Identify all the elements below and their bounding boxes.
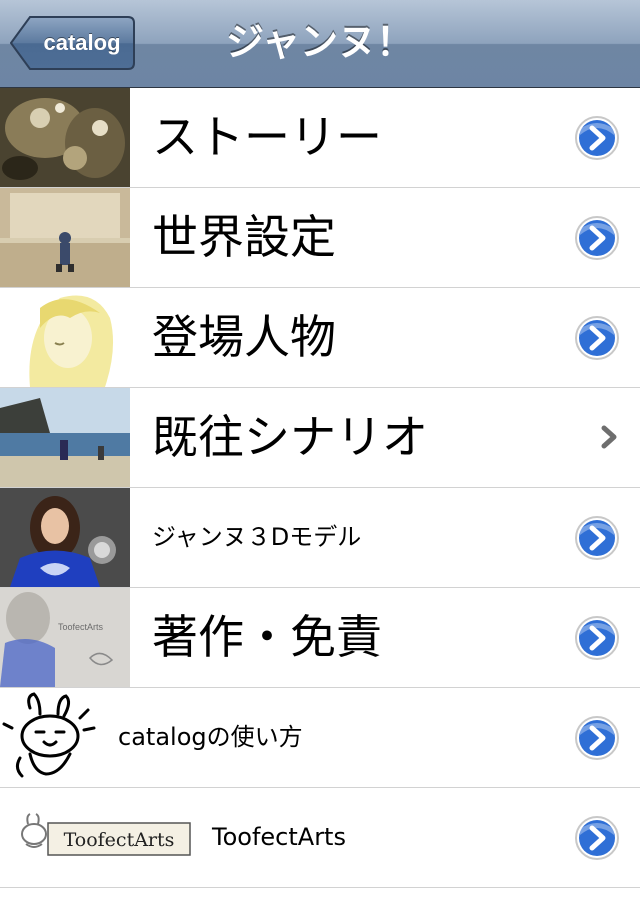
list-item-label: 著作・免責 <box>152 610 382 664</box>
detail-disclosure-icon[interactable] <box>574 615 620 661</box>
watermark-text: ToofectArts <box>58 622 104 632</box>
toofectarts-thumbnail: ToofectArts <box>0 788 200 887</box>
list-item-label: 世界設定 <box>152 210 336 264</box>
navigation-bar: catalog ジャンヌ！ <box>0 0 640 88</box>
back-button[interactable]: catalog <box>10 15 136 71</box>
list-item-toofectarts[interactable]: ToofectArts ToofectArts <box>0 788 640 888</box>
detail-disclosure-icon[interactable] <box>574 715 620 761</box>
empty-row <box>0 888 640 922</box>
usage-thumbnail <box>0 688 130 787</box>
list-item-3d-model[interactable]: ジャンヌ３Dモデル <box>0 488 640 588</box>
list-item-copyright[interactable]: ToofectArts 著作・免責 <box>0 588 640 688</box>
list-item-label: 登場人物 <box>152 310 336 364</box>
story-thumbnail <box>0 88 130 187</box>
scenario-thumbnail <box>0 388 130 487</box>
list-item-usage[interactable]: catalogの使い方 <box>0 688 640 788</box>
menu-list: ストーリー 世界設定 登場人物 既往シナリオ ジャンヌ３Dモデル Toofect… <box>0 88 640 922</box>
detail-disclosure-icon[interactable] <box>574 115 620 161</box>
world-thumbnail <box>0 188 130 287</box>
list-item-label: ストーリー <box>152 110 382 164</box>
detail-disclosure-icon[interactable] <box>574 215 620 261</box>
chevron-right-icon <box>601 425 617 449</box>
copyright-thumbnail: ToofectArts <box>0 588 130 687</box>
list-item-label: ToofectArts <box>212 823 346 851</box>
detail-disclosure-icon[interactable] <box>574 815 620 861</box>
list-item-label: catalogの使い方 <box>118 723 303 751</box>
back-button-label: catalog <box>43 30 121 55</box>
list-item-characters[interactable]: 登場人物 <box>0 288 640 388</box>
characters-thumbnail <box>0 288 130 387</box>
detail-disclosure-icon[interactable] <box>574 315 620 361</box>
detail-disclosure-icon[interactable] <box>574 515 620 561</box>
list-item-label: ジャンヌ３Dモデル <box>152 523 362 551</box>
list-item-world[interactable]: 世界設定 <box>0 188 640 288</box>
model-thumbnail <box>0 488 130 587</box>
list-item-label: 既往シナリオ <box>152 410 428 464</box>
list-item-story[interactable]: ストーリー <box>0 88 640 188</box>
toofectarts-logo-text: ToofectArts <box>64 829 175 851</box>
list-item-scenario[interactable]: 既往シナリオ <box>0 388 640 488</box>
page-title: ジャンヌ！ <box>225 20 415 64</box>
